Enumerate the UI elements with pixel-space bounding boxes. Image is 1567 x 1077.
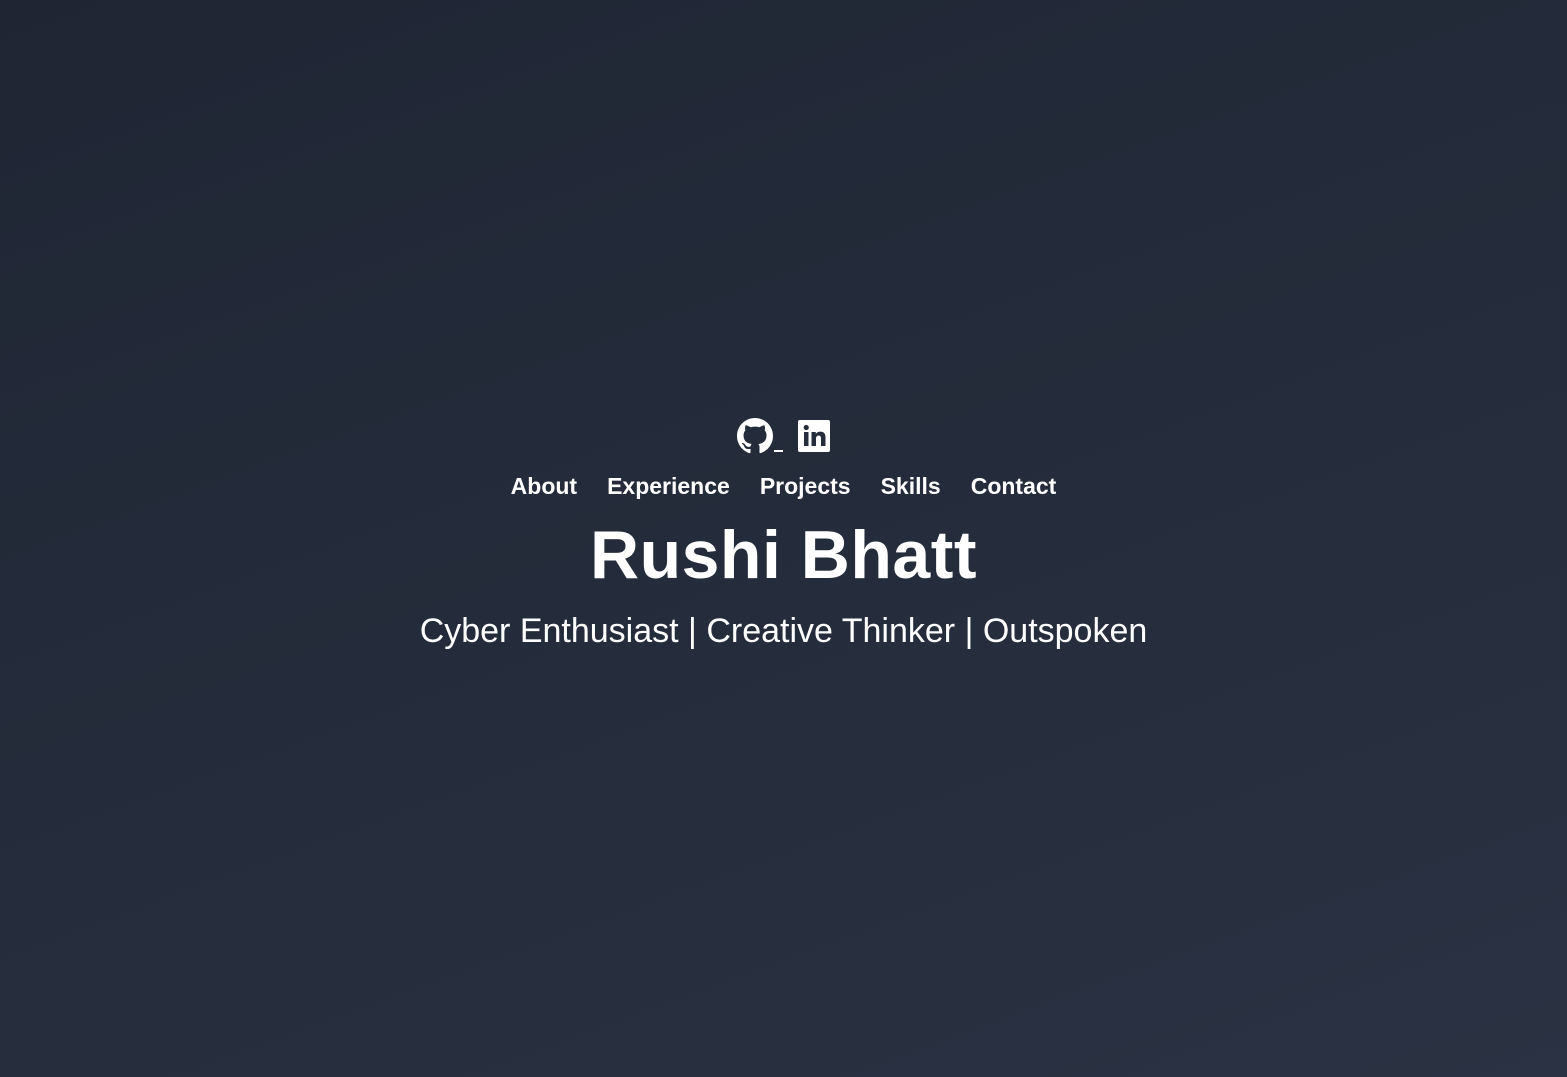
nav-item-skills[interactable]: Skills (881, 473, 941, 499)
nav-item-about[interactable]: About (511, 473, 577, 499)
main-nav: About Experience Projects Skills Contact (0, 473, 1567, 499)
hero-section: About Experience Projects Skills Contact… (0, 417, 1567, 651)
page-title: Rushi Bhatt (589, 517, 978, 593)
nav-item-contact[interactable]: Contact (971, 473, 1057, 499)
github-underscore-decoration (773, 450, 783, 452)
github-icon (736, 418, 773, 454)
nav-item-projects[interactable]: Projects (760, 473, 851, 499)
linkedin-link[interactable] (797, 419, 831, 453)
nav-item-experience[interactable]: Experience (607, 473, 730, 499)
github-link[interactable] (736, 418, 783, 454)
social-links (0, 417, 1567, 455)
hero-tagline: Cyber Enthusiast | Creative Thinker | Ou… (419, 612, 1148, 650)
linkedin-icon (797, 420, 830, 452)
